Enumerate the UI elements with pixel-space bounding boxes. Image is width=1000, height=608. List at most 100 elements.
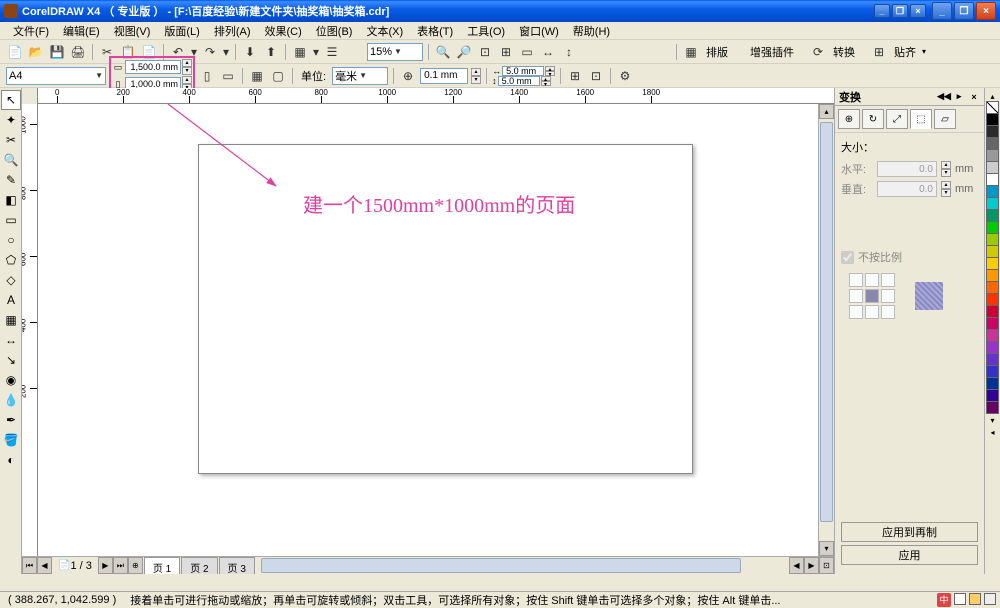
rectangle-tool[interactable]: ▭: [1, 210, 21, 230]
horizontal-spinner[interactable]: ▴▾: [941, 161, 951, 177]
docker-collapse-button[interactable]: ▸: [953, 91, 965, 103]
freehand-tool[interactable]: ✎: [1, 170, 21, 190]
redo-dropdown[interactable]: ▾: [222, 43, 230, 61]
menu-item-10[interactable]: 窗口(W): [512, 21, 566, 41]
hscroll-thumb[interactable]: [261, 558, 741, 573]
open-button[interactable]: 📂: [27, 43, 45, 61]
nudge-input[interactable]: [420, 68, 468, 84]
blend-tool[interactable]: ◉: [1, 370, 21, 390]
basic-shapes-tool[interactable]: ◇: [1, 270, 21, 290]
dup-x-spinner[interactable]: ▴▾: [545, 66, 555, 76]
scale-tab[interactable]: ⤢: [886, 109, 908, 129]
connector-tool[interactable]: ↘: [1, 350, 21, 370]
crop-tool[interactable]: ✂: [1, 130, 21, 150]
zoom-width-button[interactable]: ↔: [539, 43, 557, 61]
text-tool[interactable]: A: [1, 290, 21, 310]
save-button[interactable]: 💾: [48, 43, 66, 61]
ime-mode-2[interactable]: [969, 593, 981, 605]
layout-label[interactable]: 排版: [703, 44, 731, 60]
welcome-button[interactable]: ☰: [323, 43, 341, 61]
ime-mode-1[interactable]: [954, 593, 966, 605]
zoom-in-button[interactable]: 🔍: [434, 43, 452, 61]
menu-item-4[interactable]: 排列(A): [207, 21, 258, 41]
fill-tool[interactable]: 🪣: [1, 430, 21, 450]
proportion-checkbox-row[interactable]: 不按比例: [841, 249, 978, 265]
vscroll-thumb[interactable]: [820, 122, 833, 522]
page-tab-2[interactable]: 页 2: [181, 557, 217, 574]
horizontal-ruler[interactable]: 020040060080010001200140016001800: [22, 88, 834, 104]
prev-page-button[interactable]: ◀: [37, 557, 52, 574]
vertical-ruler[interactable]: 1000800600400200: [22, 104, 38, 556]
menu-item-5[interactable]: 效果(C): [258, 21, 309, 41]
canvas[interactable]: 建一个1500mm*1000mm的页面: [38, 104, 818, 556]
doc-close-button[interactable]: ×: [910, 4, 926, 18]
last-page-button[interactable]: ⏭: [113, 557, 128, 574]
zoom-height-button[interactable]: ↕: [560, 43, 578, 61]
no-fill-swatch[interactable]: [986, 101, 999, 114]
menu-item-9[interactable]: 工具(O): [460, 21, 512, 41]
interactive-fill-tool[interactable]: ◐: [1, 450, 21, 470]
portrait-button[interactable]: ▯: [198, 67, 216, 85]
zoom-page-button[interactable]: ▭: [518, 43, 536, 61]
units-combo[interactable]: 毫米▼: [332, 67, 388, 85]
color-swatch-24[interactable]: [986, 401, 999, 414]
dup-x-input[interactable]: [502, 66, 544, 76]
plugin-label[interactable]: 增强插件: [747, 44, 797, 60]
table-tool[interactable]: ▦: [1, 310, 21, 330]
snapping-button[interactable]: ⊡: [587, 67, 605, 85]
dup-y-input[interactable]: [498, 76, 540, 86]
scroll-up-button[interactable]: ▴: [819, 104, 834, 119]
ime-mode-3[interactable]: [984, 593, 996, 605]
convert-label[interactable]: 转换: [830, 44, 858, 60]
page-tab-1[interactable]: 页 1: [144, 557, 180, 574]
docker-close-button[interactable]: ×: [968, 91, 980, 103]
palette-flyout-button[interactable]: ◂: [986, 426, 1000, 438]
pick-tool[interactable]: ↖: [1, 90, 21, 110]
apply-button[interactable]: 应用: [841, 545, 978, 565]
ellipse-tool[interactable]: ○: [1, 230, 21, 250]
vertical-spinner[interactable]: ▴▾: [941, 181, 951, 197]
current-page-button[interactable]: ▢: [269, 67, 287, 85]
scroll-down-button[interactable]: ▾: [819, 541, 834, 556]
vertical-input[interactable]: [877, 181, 937, 197]
paper-size-combo[interactable]: A4▼: [6, 67, 106, 85]
menu-item-7[interactable]: 文本(X): [359, 21, 410, 41]
width-spinner[interactable]: ▴▾: [182, 59, 192, 75]
apply-duplicate-button[interactable]: 应用到再制: [841, 522, 978, 542]
docker-prev-button[interactable]: ◀◀: [938, 91, 950, 103]
all-pages-button[interactable]: ▦: [248, 67, 266, 85]
polygon-tool[interactable]: ⬠: [1, 250, 21, 270]
palette-down-button[interactable]: ▾: [986, 414, 1000, 426]
proportion-checkbox[interactable]: [841, 251, 854, 264]
menu-item-2[interactable]: 视图(V): [107, 21, 158, 41]
ime-indicator[interactable]: 中: [937, 593, 951, 607]
options-button[interactable]: ⚙: [616, 67, 634, 85]
outline-tool[interactable]: ✒: [1, 410, 21, 430]
convert-icon[interactable]: ⟳: [809, 43, 827, 61]
next-page-button[interactable]: ▶: [98, 557, 113, 574]
scroll-left-button[interactable]: ◀: [789, 557, 804, 574]
menu-item-11[interactable]: 帮助(H): [566, 21, 617, 41]
zoom-selection-button[interactable]: ⊡: [476, 43, 494, 61]
maximize-button[interactable]: ❐: [954, 2, 974, 20]
position-tab[interactable]: ⊕: [838, 109, 860, 129]
minimize-button[interactable]: _: [932, 2, 952, 20]
page-tab-3[interactable]: 页 3: [219, 557, 255, 574]
shape-tool[interactable]: ✦: [1, 110, 21, 130]
menu-item-6[interactable]: 位图(B): [309, 21, 360, 41]
zoom-all-button[interactable]: ⊞: [497, 43, 515, 61]
size-tab[interactable]: ⬚: [910, 109, 932, 129]
app-launcher-button[interactable]: ▦: [291, 43, 309, 61]
nudge-spinner[interactable]: ▴▾: [471, 68, 481, 84]
zoom-out-button[interactable]: 🔎: [455, 43, 473, 61]
print-button[interactable]: 🖨: [69, 43, 87, 61]
zoom-tool[interactable]: 🔍: [1, 150, 21, 170]
menu-item-8[interactable]: 表格(T): [410, 21, 460, 41]
eyedropper-tool[interactable]: 💧: [1, 390, 21, 410]
ruler-origin[interactable]: [22, 88, 38, 104]
page-width-input[interactable]: [125, 60, 181, 74]
add-page-button[interactable]: ⊕: [128, 557, 143, 574]
landscape-button[interactable]: ▭: [219, 67, 237, 85]
redo-button[interactable]: ↷: [201, 43, 219, 61]
dup-y-spinner[interactable]: ▴▾: [541, 76, 551, 86]
